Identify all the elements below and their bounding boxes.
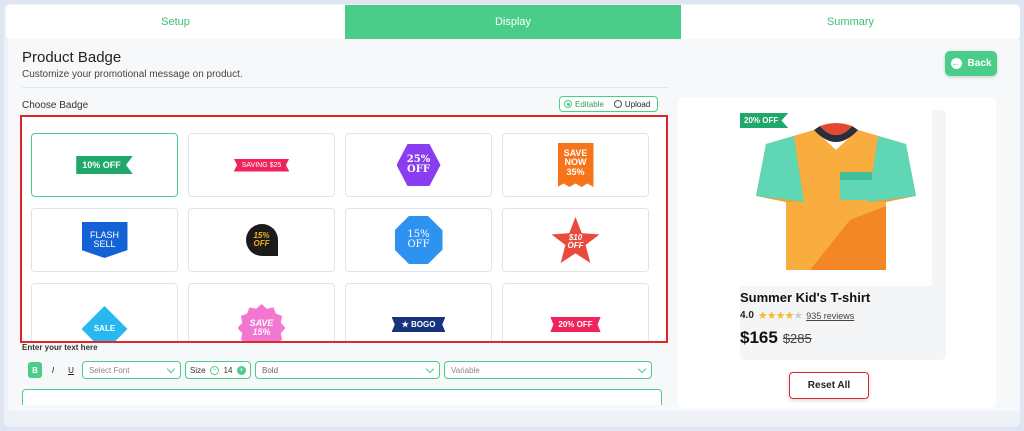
radio-checked-icon bbox=[564, 100, 572, 108]
badge-option-save-now-35[interactable]: SAVE NOW 35% bbox=[502, 133, 649, 197]
text-format-toolbar: B I U Select Font Size − 14 + Bold Varia… bbox=[28, 361, 652, 379]
badge-grid: 10% OFF SAVING $25 25% OFF SAVE NOW 35% FLA… bbox=[31, 133, 649, 341]
mode-editable-radio[interactable]: Editable bbox=[564, 100, 604, 109]
badge-shield: FLASH SELL bbox=[81, 222, 128, 258]
step-tabs: Setup Display Summary bbox=[6, 5, 1020, 39]
page-title: Product Badge bbox=[22, 49, 122, 66]
badge-octagon: 15% OFF bbox=[394, 216, 443, 264]
page-subtitle: Customize your promotional message on pr… bbox=[22, 69, 243, 80]
plus-icon[interactable]: + bbox=[236, 365, 246, 375]
badge-star: $10 OFF bbox=[551, 217, 600, 263]
badge-line: SELL bbox=[93, 239, 116, 249]
chevron-down-icon bbox=[637, 364, 647, 373]
mode-editable-label: Editable bbox=[575, 99, 604, 109]
mode-upload-label: Upload bbox=[624, 99, 651, 109]
product-image: 20% OFF bbox=[740, 110, 932, 286]
badge-option-sale[interactable]: SALE bbox=[31, 283, 178, 341]
current-price: $165 bbox=[740, 328, 778, 347]
reviews-link[interactable]: 935 reviews bbox=[806, 311, 854, 321]
size-value: 14 bbox=[223, 365, 233, 375]
badge-option-save-15[interactable]: SAVE 15% bbox=[188, 283, 335, 341]
mode-upload-radio[interactable]: Upload bbox=[613, 99, 651, 109]
badge-mode-toggle: Editable Upload bbox=[559, 96, 658, 112]
badge-hexagon: 25% OFF bbox=[396, 144, 441, 186]
original-price: $285 bbox=[782, 331, 812, 346]
minus-icon[interactable]: − bbox=[210, 365, 220, 375]
tab-display[interactable]: Display bbox=[345, 5, 681, 39]
rating-value: 4.0 bbox=[740, 310, 754, 321]
badge-text-input[interactable] bbox=[22, 389, 662, 405]
badge-diamond: SALE bbox=[81, 306, 128, 341]
bold-toggle[interactable]: B bbox=[28, 362, 42, 378]
arrow-left-icon: ← bbox=[950, 58, 962, 69]
product-badge-preview: 20% OFF bbox=[740, 113, 789, 128]
badge-option-15-off-blue[interactable]: 15% OFF bbox=[345, 208, 492, 272]
badge-line: SALE bbox=[93, 323, 116, 333]
product-price: $165 $285 bbox=[740, 328, 812, 348]
tab-summary[interactable]: Summary bbox=[681, 5, 1020, 39]
badge-option-15-off-dark[interactable]: 15% OFF bbox=[188, 208, 335, 272]
size-stepper: Size − 14 + bbox=[185, 361, 251, 379]
badge-line: OFF bbox=[567, 241, 584, 250]
size-label: Size bbox=[190, 365, 206, 375]
chevron-down-icon bbox=[166, 364, 176, 373]
star-rating-icon: ★★★★★ bbox=[757, 310, 803, 322]
font-weight-value: Bold bbox=[262, 365, 279, 375]
display-panel: Product Badge Customize your promotional… bbox=[8, 39, 1020, 411]
badge-option-25-off[interactable]: 25% OFF bbox=[345, 133, 492, 197]
choose-badge-label: Choose Badge bbox=[22, 100, 89, 111]
star-icon: ★ bbox=[401, 320, 411, 329]
badge-ribbon: SAVING $25 bbox=[233, 158, 290, 172]
badge-tag: SAVE NOW 35% bbox=[557, 143, 594, 187]
badge-ribbon: 20% OFF bbox=[550, 317, 601, 332]
product-rating: 4.0 ★★★★★ 935 reviews bbox=[740, 309, 854, 322]
badge-option-10-dollar-off[interactable]: $10 OFF bbox=[502, 208, 649, 272]
radio-unchecked-icon bbox=[613, 100, 622, 108]
badge-option-flash-sell[interactable]: FLASH SELL bbox=[31, 208, 178, 272]
product-preview: 20% OFF Summer Kid's T-shirt 4.0 ★★★★★ 9… bbox=[678, 97, 996, 408]
variable-select-value: Variable bbox=[451, 365, 480, 375]
badge-line: OFF bbox=[253, 239, 270, 248]
font-select-value: Select Font bbox=[89, 365, 130, 375]
back-button[interactable]: ← Back bbox=[945, 51, 997, 76]
chevron-down-icon bbox=[425, 364, 435, 373]
product-name: Summer Kid's T-shirt bbox=[740, 290, 871, 305]
divider bbox=[22, 87, 668, 88]
font-weight-select[interactable]: Bold bbox=[255, 361, 440, 379]
badge-gallery: 10% OFF SAVING $25 25% OFF SAVE NOW 35% FLA… bbox=[20, 115, 668, 343]
product-card: 20% OFF Summer Kid's T-shirt 4.0 ★★★★★ 9… bbox=[740, 110, 946, 360]
badge-option-saving-25[interactable]: SAVING $25 bbox=[188, 133, 335, 197]
badge-ribbon: ★ BOGO bbox=[391, 317, 446, 332]
tshirt-illustration bbox=[756, 123, 916, 270]
badge-line: 15% bbox=[252, 327, 271, 337]
badge-bubble: 15% OFF bbox=[245, 224, 278, 256]
badge-line: 35% bbox=[566, 166, 585, 177]
badge-line: 25% bbox=[406, 153, 431, 165]
badge-line: 15% bbox=[407, 228, 430, 240]
badge-burst: SAVE 15% bbox=[237, 304, 286, 341]
variable-select[interactable]: Variable bbox=[444, 361, 652, 379]
badge-ribbon: 10% OFF bbox=[76, 156, 133, 174]
badge-option-10-off[interactable]: 10% OFF bbox=[31, 133, 178, 197]
font-select[interactable]: Select Font bbox=[82, 361, 181, 379]
text-input-label: Enter your text here bbox=[22, 343, 98, 352]
underline-toggle[interactable]: U bbox=[64, 362, 78, 378]
badge-line: BOGO bbox=[410, 320, 436, 329]
badge-option-20-off[interactable]: 20% OFF bbox=[502, 283, 649, 341]
badge-line: OFF bbox=[407, 164, 430, 175]
italic-toggle[interactable]: I bbox=[46, 362, 60, 378]
badge-option-bogo[interactable]: ★ BOGO bbox=[345, 283, 492, 341]
tab-setup[interactable]: Setup bbox=[6, 5, 345, 39]
reset-all-button[interactable]: Reset All bbox=[789, 372, 869, 399]
badge-line: OFF bbox=[407, 239, 430, 250]
back-button-label: Back bbox=[967, 58, 992, 69]
